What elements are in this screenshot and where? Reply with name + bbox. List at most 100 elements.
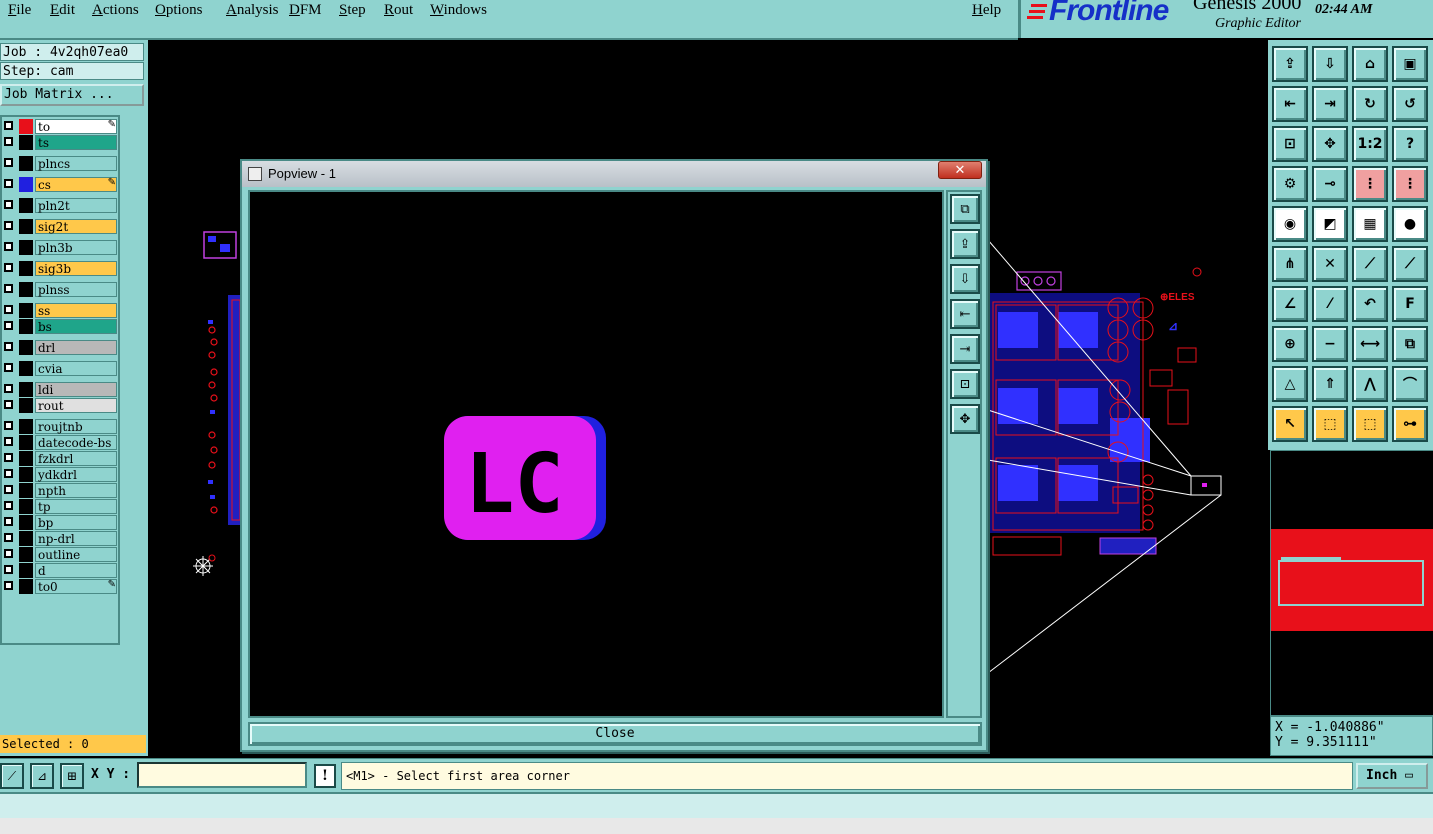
zoom-fit-icon[interactable]: ⊡ [1272, 126, 1308, 162]
tree-icon[interactable]: ⊶ [1392, 406, 1428, 442]
peak-icon[interactable]: ⋀ [1352, 366, 1388, 402]
layer-checkbox[interactable] [4, 342, 13, 351]
layer-checkbox[interactable] [4, 179, 13, 188]
help-icon[interactable]: ? [1392, 126, 1428, 162]
layer-row-rout[interactable]: rout [2, 398, 120, 413]
menu-actions[interactable]: Actions [92, 2, 139, 19]
layer-color-swatch[interactable] [19, 119, 33, 134]
layer-checkbox[interactable] [4, 263, 13, 272]
menu-help[interactable]: Help [972, 2, 1001, 19]
layer-checkbox[interactable] [4, 384, 13, 393]
layer-row-cvia[interactable]: cvia [2, 361, 120, 376]
layer-row-bp[interactable]: bp [2, 515, 120, 530]
layer-name[interactable]: d [35, 563, 117, 578]
select-icon[interactable]: ⬚ [1312, 406, 1348, 442]
rotate-icon[interactable]: ◉ [1272, 206, 1308, 242]
layer-name[interactable]: fzkdrl [35, 451, 117, 466]
layer-color-swatch[interactable] [19, 261, 33, 276]
layer-name[interactable]: roujtnb [35, 419, 117, 434]
layer-name[interactable]: bp [35, 515, 117, 530]
layer-checkbox[interactable] [4, 549, 13, 558]
layer-checkbox[interactable] [4, 517, 13, 526]
layer-color-swatch[interactable] [19, 135, 33, 150]
layer-color-swatch[interactable] [19, 515, 33, 530]
close-button[interactable]: Close [248, 722, 982, 746]
connect-icon[interactable]: ⋔ [1272, 246, 1308, 282]
layer-row-to[interactable]: to ✎ [2, 119, 120, 134]
layer-name[interactable]: plncs [35, 156, 117, 171]
snap-icon[interactable]: ⟋ [0, 763, 24, 789]
arc-icon[interactable]: ⟋ [1392, 246, 1428, 282]
layer-color-swatch[interactable] [19, 319, 33, 334]
layer-row-pln2t[interactable]: pln2t [2, 198, 120, 213]
layer-name[interactable]: tp [35, 499, 117, 514]
layer-name[interactable]: ss [35, 303, 117, 318]
layer-name[interactable]: outline [35, 547, 117, 562]
layer-row-d[interactable]: d [2, 563, 120, 578]
layer-color-swatch[interactable] [19, 198, 33, 213]
layer-row-datecode-bs[interactable]: datecode-bs [2, 435, 120, 450]
layer-checkbox[interactable] [4, 437, 13, 446]
layer-color-swatch[interactable] [19, 467, 33, 482]
layer-color-swatch[interactable] [19, 531, 33, 546]
zoom-in-icon[interactable]: ⇪ [950, 229, 980, 259]
layer-checkbox[interactable] [4, 485, 13, 494]
layer-row-ts[interactable]: ts [2, 135, 120, 150]
zoom-center-icon[interactable]: ✥ [950, 404, 980, 434]
probe-icon[interactable]: ⊸ [1312, 166, 1348, 202]
layer-name[interactable]: plnss [35, 282, 117, 297]
layer-name[interactable]: datecode-bs [35, 435, 117, 450]
layer-color-swatch[interactable] [19, 240, 33, 255]
layer-color-swatch[interactable] [19, 547, 33, 562]
pan-left-icon[interactable]: ⇤ [1272, 86, 1308, 122]
slash-icon[interactable]: ⁄ [1312, 286, 1348, 322]
line-icon[interactable]: ⟋ [1352, 246, 1388, 282]
layer-color-swatch[interactable] [19, 499, 33, 514]
layer-color-swatch[interactable] [19, 382, 33, 397]
layer-row-drl[interactable]: drl [2, 340, 120, 355]
pan-right-icon[interactable]: ⇥ [1312, 86, 1348, 122]
layer-color-swatch[interactable] [19, 303, 33, 318]
layer-name[interactable]: npth [35, 483, 117, 498]
layer-row-ldi[interactable]: ldi [2, 382, 120, 397]
layer-name[interactable]: to0 [35, 579, 117, 594]
layer-row-tp[interactable]: tp [2, 499, 120, 514]
menu-dfm[interactable]: DFM [289, 2, 322, 19]
triangle-icon[interactable]: △ [1272, 366, 1308, 402]
layer-row-plncs[interactable]: plncs [2, 156, 120, 171]
zoom-box-icon[interactable]: ⧉ [950, 194, 980, 224]
measure-icon[interactable]: ⊿ [30, 763, 54, 789]
arch-icon[interactable]: ⌒ [1392, 366, 1428, 402]
turn-icon[interactable]: ↶ [1352, 286, 1388, 322]
zoom-out-icon[interactable]: ⇩ [950, 264, 980, 294]
pan-right-icon[interactable]: ⇥ [950, 334, 980, 364]
layer-checkbox[interactable] [4, 221, 13, 230]
layer-color-swatch[interactable] [19, 451, 33, 466]
angle-icon[interactable]: ∠ [1272, 286, 1308, 322]
layer-color-swatch[interactable] [19, 483, 33, 498]
pointer-icon[interactable]: ↖ [1272, 406, 1308, 442]
layer-name[interactable]: sig3b [35, 261, 117, 276]
layer-row-plnss[interactable]: plnss [2, 282, 120, 297]
net-icon[interactable]: ⋮ [1352, 166, 1388, 202]
layer-row-pln3b[interactable]: pln3b [2, 240, 120, 255]
xy-input[interactable] [137, 762, 307, 788]
layer-row-roujtnb[interactable]: roujtnb [2, 419, 120, 434]
units-selector[interactable]: Inch ▭ [1356, 763, 1428, 789]
layer-checkbox[interactable] [4, 321, 13, 330]
ruler-icon[interactable]: ▦ [1352, 206, 1388, 242]
layer-row-sig3b[interactable]: sig3b [2, 261, 120, 276]
layer-color-swatch[interactable] [19, 219, 33, 234]
layer-row-sig2t[interactable]: sig2t [2, 219, 120, 234]
home-icon[interactable]: ⌂ [1352, 46, 1388, 82]
redo-icon[interactable]: ↻ [1352, 86, 1388, 122]
layer-checkbox[interactable] [4, 565, 13, 574]
popview-canvas[interactable]: LC [248, 190, 944, 718]
arrow-up-icon[interactable]: ⇑ [1312, 366, 1348, 402]
layer-name[interactable]: ts [35, 135, 117, 150]
scale-icon[interactable]: 1:2 [1352, 126, 1388, 162]
layer-checkbox[interactable] [4, 242, 13, 251]
menu-analysis[interactable]: Analysis [226, 2, 279, 19]
layer-checkbox[interactable] [4, 469, 13, 478]
layer-name[interactable]: ydkdrl [35, 467, 117, 482]
